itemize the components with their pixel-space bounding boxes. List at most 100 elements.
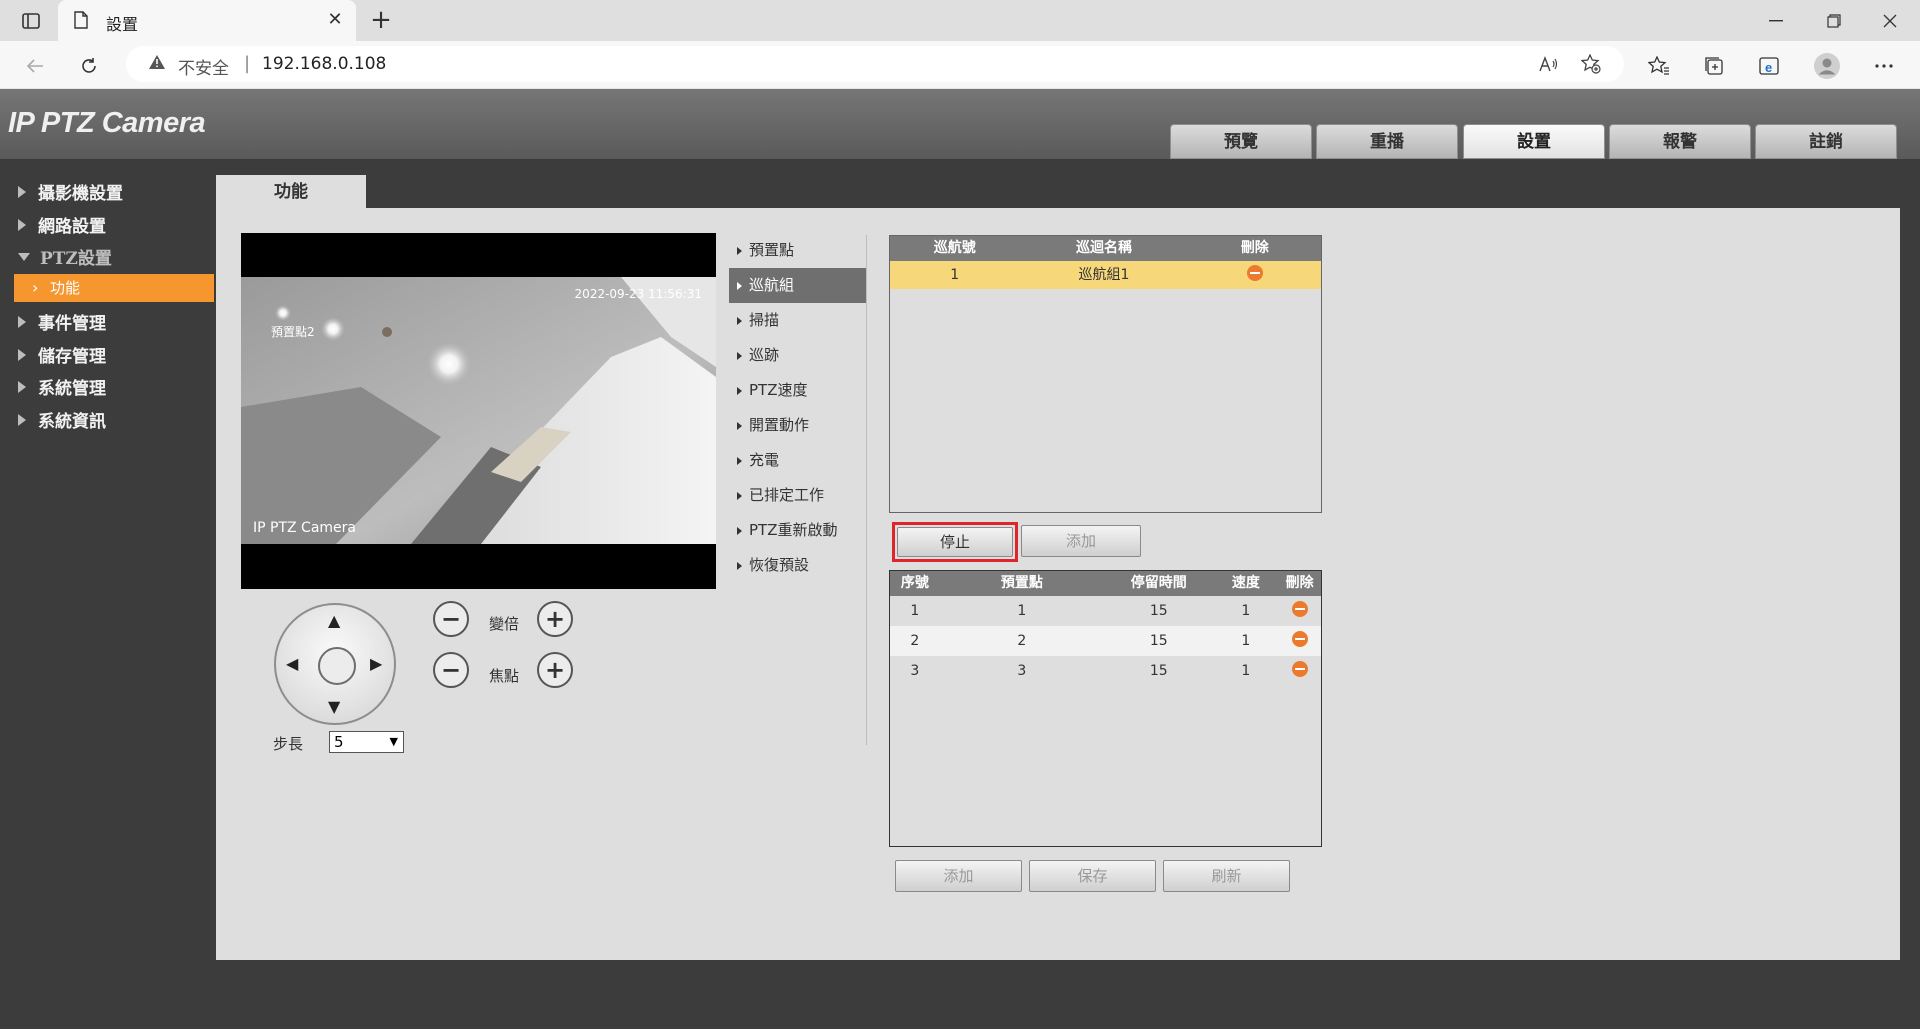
address-bar[interactable]: 不安全 | 192.168.0.108 [126, 46, 1624, 82]
step-label: 步長 [273, 735, 304, 753]
tour-table-header: 巡航號 巡迴名稱 刪除 [890, 236, 1321, 261]
add-favorite-icon[interactable] [1578, 51, 1604, 77]
func-item-preset[interactable]: 預置點 [729, 233, 867, 268]
more-menu-icon[interactable] [1867, 49, 1901, 83]
zoom-out-button[interactable]: − [433, 601, 469, 637]
content-tab-function[interactable]: 功能 [216, 175, 366, 209]
sidebar-item-label: 攝影機設置 [38, 184, 123, 204]
back-icon[interactable] [18, 49, 52, 83]
func-item-idle-motion[interactable]: 開置動作 [729, 408, 867, 443]
preset-cell: 3 [1017, 663, 1027, 679]
ptz-up-icon[interactable]: ▲ [328, 611, 340, 630]
sidebar-item-camera[interactable]: 攝影機設置 [18, 179, 123, 204]
speed-cell: 1 [1241, 633, 1251, 649]
read-aloud-icon[interactable] [1536, 51, 1562, 77]
camera-logo: IP PTZ Camera [8, 107, 206, 139]
step-value: 5 [334, 733, 344, 751]
func-item-pattern[interactable]: 巡跡 [729, 338, 867, 373]
ptz-center-button[interactable] [318, 647, 356, 685]
dwell-cell: 15 [1149, 633, 1168, 649]
url-text[interactable]: 192.168.0.108 [262, 54, 386, 74]
func-item-ptz-speed[interactable]: PTZ速度 [729, 373, 867, 408]
refresh-button[interactable]: 刷新 [1163, 860, 1290, 892]
minimize-icon[interactable] [1748, 0, 1804, 41]
save-button[interactable]: 保存 [1029, 860, 1156, 892]
focus-far-button[interactable]: + [537, 652, 573, 688]
warning-icon[interactable] [148, 54, 166, 74]
stop-button[interactable]: 停止 [897, 527, 1013, 557]
tour-point-table: 序號 預置點 停留時間 速度 刪除 1 1 15 1 2 2 15 1 3 3 … [889, 570, 1322, 847]
sidebar-item-label: 儲存管理 [38, 347, 106, 367]
collections-icon[interactable] [1697, 49, 1731, 83]
focus-near-button[interactable]: − [433, 652, 469, 688]
dwell-cell: 15 [1149, 603, 1168, 619]
new-tab-icon[interactable]: + [366, 6, 396, 36]
tab-preview[interactable]: 預覽 [1170, 124, 1312, 159]
func-item-label: 巡航組 [749, 276, 795, 294]
function-menu: 預置點 巡航組 掃描 巡跡 PTZ速度 開置動作 充電 已排定工作 PTZ重新啟… [729, 233, 867, 583]
func-item-scheduled-task[interactable]: 已排定工作 [729, 478, 867, 513]
table-row[interactable]: 1 1 15 1 [890, 596, 1321, 626]
column-header: 巡迴名稱 [1076, 240, 1133, 256]
seq-cell: 3 [910, 663, 920, 679]
func-item-ptz-restart[interactable]: PTZ重新啟動 [729, 513, 867, 548]
delete-icon[interactable] [1291, 631, 1308, 647]
tab-playback[interactable]: 重播 [1316, 124, 1458, 159]
refresh-icon[interactable] [72, 49, 106, 83]
browser-tab[interactable]: 設置 ✕ [58, 0, 356, 41]
svg-text:e: e [1765, 60, 1772, 75]
tab-close-icon[interactable]: ✕ [322, 7, 348, 33]
add-point-button[interactable]: 添加 [895, 860, 1022, 892]
tab-actions-icon[interactable] [14, 8, 48, 34]
table-row[interactable]: 3 3 15 1 [890, 656, 1321, 686]
func-item-power-up[interactable]: 充電 [729, 443, 867, 478]
chevron-right-icon: › [32, 278, 39, 297]
table-row[interactable]: 2 2 15 1 [890, 626, 1321, 656]
video-frame: 2022-09-23 11:56:31 預置點2 IP PTZ Camera [241, 277, 716, 544]
func-item-tour[interactable]: 巡航組 [729, 268, 867, 303]
favorites-icon[interactable] [1642, 49, 1676, 83]
address-separator: | [244, 53, 251, 74]
edge-ie-mode-icon[interactable]: e [1752, 49, 1786, 83]
func-item-scan[interactable]: 掃描 [729, 303, 867, 338]
tab-alarm[interactable]: 報警 [1609, 124, 1751, 159]
func-item-label: PTZ重新啟動 [749, 521, 838, 539]
func-item-label: 掃描 [749, 311, 780, 329]
column-header: 預置點 [1000, 575, 1043, 591]
sidebar-subitem-function[interactable]: › 功能 [14, 274, 214, 302]
tab-settings[interactable]: 設置 [1463, 124, 1605, 159]
func-item-label: 充電 [749, 451, 780, 469]
delete-icon[interactable] [1246, 265, 1263, 281]
sidebar-item-system[interactable]: 系統管理 [18, 374, 106, 399]
ptz-left-icon[interactable]: ◀ [286, 654, 298, 673]
insecure-label[interactable]: 不安全 [178, 54, 229, 79]
func-item-label: 恢復預設 [749, 556, 810, 574]
sidebar-item-label: 系統管理 [38, 379, 106, 399]
profile-avatar-icon[interactable] [1810, 49, 1844, 83]
func-item-label: 巡跡 [749, 346, 780, 364]
ptz-direction-pad[interactable]: ▲ ▼ ◀ ▶ [274, 603, 396, 725]
table-row[interactable]: 1 巡航組1 [890, 261, 1321, 289]
close-window-icon[interactable] [1862, 0, 1918, 41]
column-header: 巡航號 [933, 240, 976, 256]
sidebar-item-event[interactable]: 事件管理 [18, 309, 106, 334]
ptz-down-icon[interactable]: ▼ [328, 697, 340, 716]
sidebar-item-info[interactable]: 系統資訊 [18, 407, 106, 432]
tour-number: 1 [950, 267, 960, 283]
tab-logout[interactable]: 註銷 [1755, 124, 1897, 159]
dwell-cell: 15 [1149, 663, 1168, 679]
sidebar-item-ptz[interactable]: PTZ設置 [18, 244, 112, 269]
func-item-restore-default[interactable]: 恢復預設 [729, 548, 867, 583]
add-tour-button[interactable]: 添加 [1021, 525, 1141, 557]
sidebar-item-storage[interactable]: 儲存管理 [18, 342, 106, 367]
restore-icon[interactable] [1806, 0, 1862, 41]
step-select[interactable]: 5 ▼ [329, 731, 404, 753]
live-video[interactable]: 2022-09-23 11:56:31 預置點2 IP PTZ Camera [241, 233, 716, 589]
delete-icon[interactable] [1291, 661, 1308, 677]
delete-icon[interactable] [1291, 601, 1308, 617]
ptz-right-icon[interactable]: ▶ [370, 654, 382, 673]
zoom-in-button[interactable]: + [537, 601, 573, 637]
sidebar-item-label: PTZ設置 [40, 249, 112, 269]
sidebar-item-network[interactable]: 網路設置 [18, 212, 106, 237]
seq-cell: 1 [910, 603, 920, 619]
